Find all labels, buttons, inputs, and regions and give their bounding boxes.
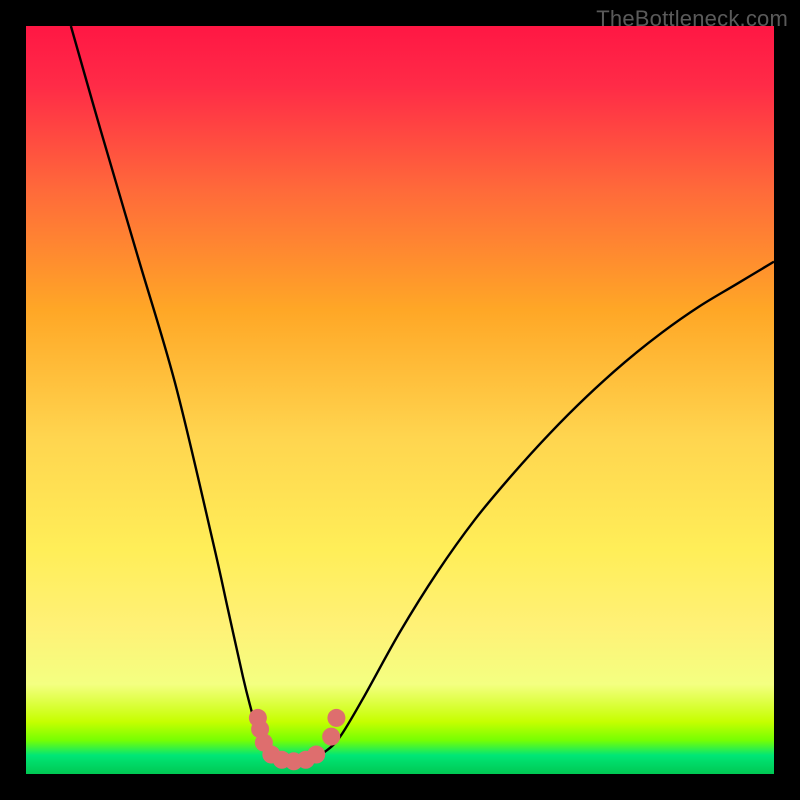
floor-marker xyxy=(327,709,345,727)
chart-container xyxy=(26,26,774,774)
floor-marker xyxy=(322,728,340,746)
bottleneck-chart xyxy=(26,26,774,774)
floor-marker xyxy=(307,746,325,764)
watermark-label: TheBottleneck.com xyxy=(596,6,788,32)
chart-background xyxy=(26,26,774,774)
